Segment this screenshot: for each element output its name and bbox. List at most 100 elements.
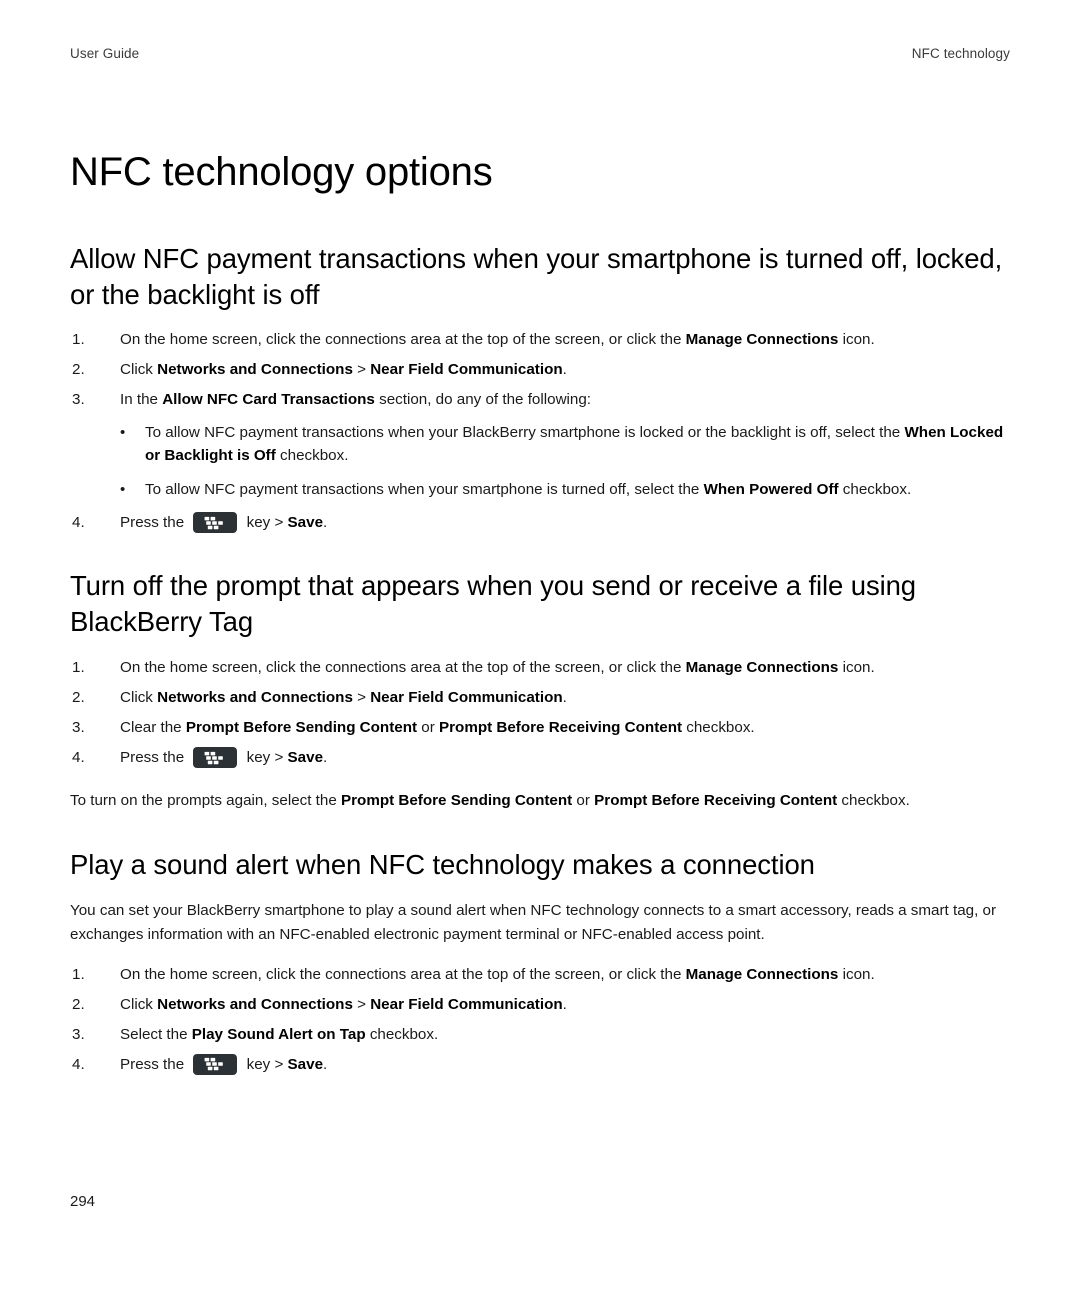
body-text-run: key > (242, 749, 288, 767)
running-header: User Guide NFC technology (70, 46, 1010, 61)
emphasis-text: Save (287, 514, 324, 532)
section-heading: Play a sound alert when NFC technology m… (70, 848, 815, 880)
body-text-run: You can set your BlackBerry smartphone t… (70, 901, 997, 943)
emphasis-text: Prompt Before Sending Content (185, 719, 418, 737)
section-heading: Allow NFC payment transactions when your… (70, 242, 1003, 310)
step-item: 2. Click Networks and Connections > Near … (70, 358, 1010, 381)
emphasis-text: Save (287, 1055, 324, 1073)
step-marker: 2. (72, 688, 85, 706)
body-text-run: In the (120, 391, 163, 409)
bullet-item: • To allow NFC payment transactions when … (120, 421, 1010, 468)
body-text-run: icon. (838, 331, 875, 349)
body-text-run: Clear the (120, 719, 186, 737)
emphasis-text: Play Sound Alert on Tap (191, 1025, 366, 1043)
page-content: NFC technology options Allow NFC payment… (70, 150, 1010, 1110)
body-text-run: Click (120, 688, 158, 706)
body-text-run: . (323, 1055, 328, 1073)
body-text-run: . (323, 514, 328, 532)
emphasis-text: Networks and Connections (157, 688, 353, 706)
bullet-dot-icon: • (120, 480, 126, 498)
step-item: 3. Clear the Prompt Before Sending Conten… (70, 716, 1010, 739)
emphasis-text: Allow NFC Card Transactions (162, 391, 375, 409)
step-marker: 1. (72, 658, 85, 676)
step-list: 1. On the home screen, click the connecti… (70, 328, 1010, 534)
step-item: 4. Press the key > Save. (70, 511, 1010, 534)
emphasis-text: When Powered Off (703, 480, 839, 498)
step-marker: 3. (72, 391, 85, 409)
body-text-run: On the home screen, click the connection… (120, 658, 686, 676)
body-text-run: checkbox. (275, 447, 349, 465)
body-text-run: . (562, 995, 567, 1013)
body-text-run: Click (120, 361, 158, 379)
body-text-run: icon. (838, 658, 875, 676)
emphasis-text: Prompt Before Sending Content (341, 792, 573, 810)
blackberry-menu-key-icon (193, 1053, 238, 1075)
step-marker: 2. (72, 361, 85, 379)
blackberry-menu-key-icon (193, 512, 238, 534)
body-text-run: Click (120, 995, 158, 1013)
running-header-left: User Guide (70, 46, 140, 61)
step-list: 1. On the home screen, click the connecti… (70, 656, 1010, 769)
body-text-run: checkbox. (365, 1025, 439, 1043)
step-text: Press the key > Save. (120, 512, 328, 534)
bullet-item: • To allow NFC payment transactions when … (120, 478, 1010, 502)
body-text-run: or (572, 792, 595, 810)
body-text-run: On the home screen, click the connection… (120, 331, 686, 349)
step-text: Click Networks and Connections > Near Fi… (120, 689, 567, 706)
body-text-run: Select the (120, 1025, 192, 1043)
step-marker: 1. (72, 965, 85, 983)
step-item: 1. On the home screen, click the connecti… (70, 328, 1010, 351)
bullet-list: • To allow NFC payment transactions when … (120, 421, 1010, 502)
sections-container: Allow NFC payment transactions when your… (70, 241, 1010, 1076)
step-item: 1. On the home screen, click the connecti… (70, 963, 1010, 986)
bullet-text: To allow NFC payment transactions when y… (145, 424, 1003, 465)
running-header-right: NFC technology (911, 46, 1010, 61)
step-item: 2. Click Networks and Connections > Near … (70, 993, 1010, 1016)
step-text: Press the key > Save. (120, 1053, 328, 1075)
step-item: 4. Press the key > Save. (70, 1053, 1010, 1076)
body-text-run: To allow NFC payment transactions when y… (145, 423, 905, 441)
step-item: 3. In the Allow NFC Card Transactions sec… (70, 388, 1010, 501)
body-text-run: To allow NFC payment transactions when y… (145, 480, 704, 498)
body-text-run: > (352, 688, 371, 706)
step-text: Click Networks and Connections > Near Fi… (120, 996, 567, 1013)
doc-section: Play a sound alert when NFC technology m… (70, 847, 1010, 1076)
page-number: 294 (70, 1193, 96, 1210)
step-item: 1. On the home screen, click the connecti… (70, 656, 1010, 679)
section-heading: Turn off the prompt that appears when yo… (70, 570, 916, 638)
body-text-run: checkbox. (682, 719, 755, 737)
step-marker: 4. (72, 749, 85, 767)
step-item: 3. Select the Play Sound Alert on Tap che… (70, 1023, 1010, 1046)
doc-section: Turn off the prompt that appears when yo… (70, 568, 1010, 812)
section-intro-paragraph: You can set your BlackBerry smartphone t… (70, 899, 1010, 947)
step-marker: 3. (72, 1025, 85, 1043)
emphasis-text: Manage Connections (685, 965, 839, 983)
step-marker: 1. (72, 331, 85, 349)
body-text-run: checkbox. (838, 480, 912, 498)
step-text: Select the Play Sound Alert on Tap check… (120, 1026, 438, 1043)
body-text-run: Press the (120, 749, 189, 767)
step-item: 4. Press the key > Save. (70, 746, 1010, 769)
body-text-run: . (323, 749, 328, 767)
body-text-run: key > (242, 1055, 288, 1073)
step-text: In the Allow NFC Card Transactions secti… (120, 391, 591, 408)
step-list: 1. On the home screen, click the connecti… (70, 963, 1010, 1076)
body-text-run: > (352, 995, 371, 1013)
page-title: NFC technology options (70, 150, 493, 194)
emphasis-text: Networks and Connections (157, 995, 353, 1013)
body-text-run: key > (242, 514, 288, 532)
body-text-run: Press the (120, 514, 189, 532)
blackberry-menu-key-icon (193, 747, 238, 769)
step-marker: 3. (72, 719, 85, 737)
document-page: User Guide NFC technology NFC technology… (0, 0, 1080, 1296)
emphasis-text: Manage Connections (685, 658, 839, 676)
body-text-run: On the home screen, click the connection… (120, 965, 686, 983)
body-text-run: . (562, 688, 567, 706)
body-text-run: checkbox. (837, 792, 910, 810)
emphasis-text: Near Field Communication (370, 995, 563, 1013)
body-text-run: or (417, 719, 439, 737)
step-marker: 4. (72, 1055, 85, 1073)
step-text: On the home screen, click the connection… (120, 659, 875, 676)
emphasis-text: Manage Connections (685, 331, 839, 349)
step-item: 2. Click Networks and Connections > Near … (70, 686, 1010, 709)
